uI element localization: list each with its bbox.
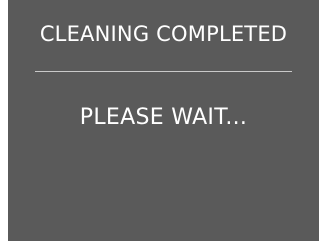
- status-title: CLEANING COMPLETED: [39, 22, 288, 46]
- divider: [35, 71, 292, 72]
- status-message: PLEASE WAIT...: [79, 105, 248, 130]
- cleaning-status-screen: CLEANING COMPLETED PLEASE WAIT...: [8, 0, 319, 241]
